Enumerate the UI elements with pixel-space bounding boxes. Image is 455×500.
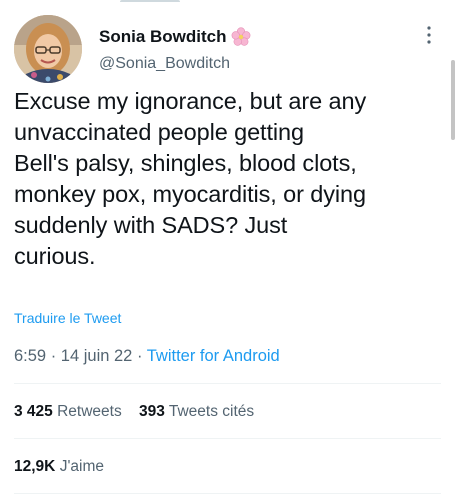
quote-tweets-count: 393: [138, 403, 165, 420]
retweets-stat[interactable]: 3 425 Retweets: [14, 403, 126, 420]
user-handle[interactable]: @Sonia_Bowditch: [99, 55, 230, 73]
retweet-stats-row: 3 425 Retweets 393 Tweets cités: [14, 403, 254, 421]
scrollbar[interactable]: [451, 60, 455, 140]
likes-count: 12,9K: [14, 458, 56, 475]
quote-tweets-stat[interactable]: 393 Tweets cités: [139, 403, 254, 420]
translate-tweet-link[interactable]: Traduire le Tweet: [14, 310, 121, 326]
divider: [14, 438, 441, 439]
divider: [14, 493, 441, 494]
divider: [14, 383, 441, 384]
avatar-image: [14, 15, 82, 83]
tweet-text: Excuse my ignorance, but are any unvacci…: [14, 88, 367, 269]
meta-separator: ·: [132, 347, 147, 365]
more-options-icon[interactable]: [425, 25, 433, 45]
display-name[interactable]: Sonia Bowditch: [99, 27, 227, 47]
tweet-meta: 6:59 · 14 juin 22 · Twitter for Android: [14, 347, 280, 366]
likes-stat[interactable]: 12,9K J'aime: [14, 458, 104, 475]
retweets-count: 3 425: [14, 403, 53, 420]
avatar[interactable]: [14, 15, 82, 83]
tweet-time[interactable]: 6:59: [14, 347, 46, 365]
top-edge-fragment: [120, 0, 180, 5]
display-name-row: Sonia Bowditch: [99, 27, 251, 47]
quote-tweets-label: Tweets cités: [168, 403, 255, 420]
tweet-header: Sonia Bowditch @Sonia_Bowditch: [14, 15, 441, 85]
tweet-date[interactable]: 14 juin 22: [61, 347, 133, 365]
tweet-source-link[interactable]: Twitter for Android: [147, 347, 280, 365]
retweets-label: Retweets: [57, 403, 122, 420]
likes-stats-row: 12,9K J'aime: [14, 458, 104, 476]
meta-separator: ·: [46, 347, 61, 365]
cherry-blossom-icon: [231, 27, 251, 47]
likes-label: J'aime: [59, 458, 104, 475]
